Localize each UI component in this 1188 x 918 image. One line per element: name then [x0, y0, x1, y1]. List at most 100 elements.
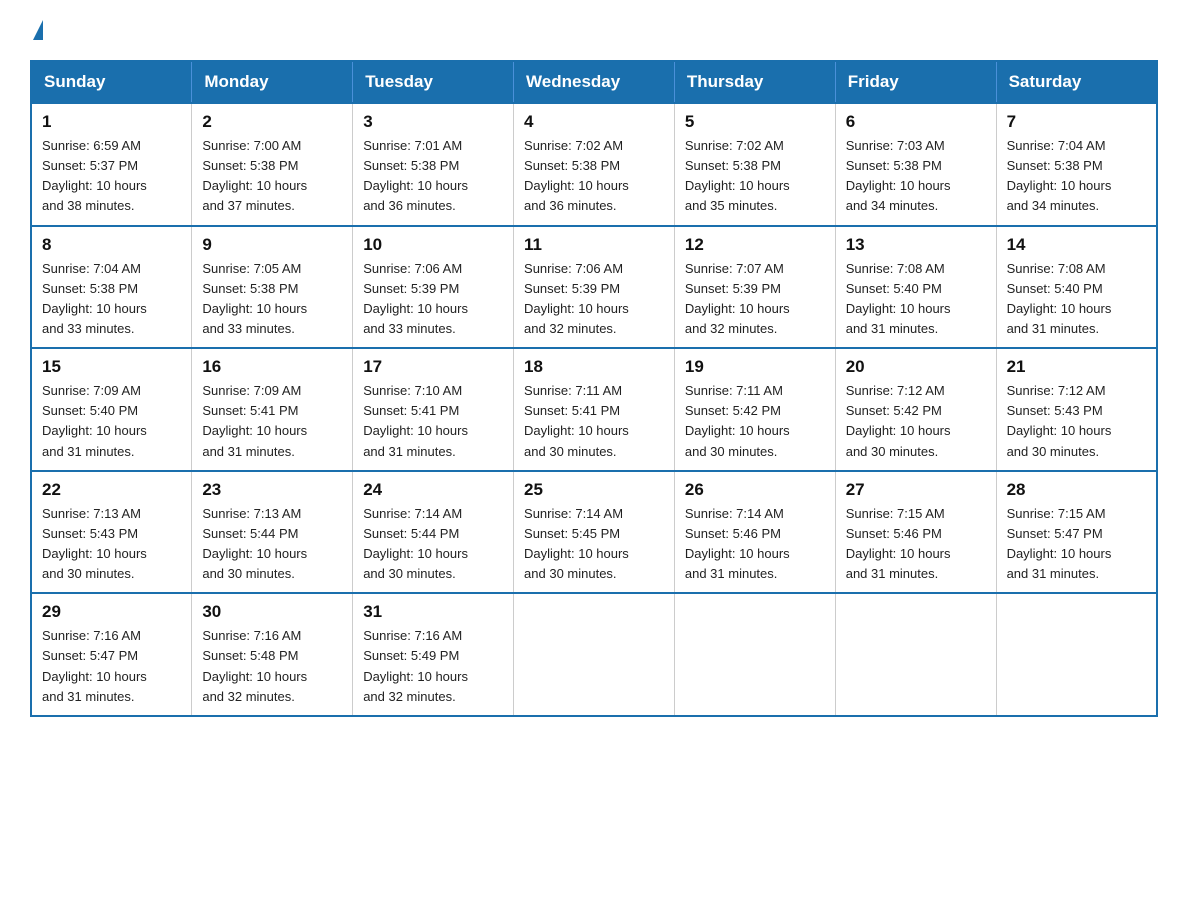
- calendar-cell: 31 Sunrise: 7:16 AM Sunset: 5:49 PM Dayl…: [353, 593, 514, 716]
- calendar-cell: 30 Sunrise: 7:16 AM Sunset: 5:48 PM Dayl…: [192, 593, 353, 716]
- day-number: 16: [202, 357, 342, 377]
- page-header: [30, 20, 1158, 40]
- day-number: 17: [363, 357, 503, 377]
- day-info: Sunrise: 7:16 AM Sunset: 5:48 PM Dayligh…: [202, 626, 342, 707]
- day-info: Sunrise: 7:11 AM Sunset: 5:42 PM Dayligh…: [685, 381, 825, 462]
- day-number: 14: [1007, 235, 1146, 255]
- calendar-cell: 8 Sunrise: 7:04 AM Sunset: 5:38 PM Dayli…: [31, 226, 192, 349]
- day-info: Sunrise: 7:15 AM Sunset: 5:47 PM Dayligh…: [1007, 504, 1146, 585]
- calendar-cell: 15 Sunrise: 7:09 AM Sunset: 5:40 PM Dayl…: [31, 348, 192, 471]
- day-number: 8: [42, 235, 181, 255]
- day-info: Sunrise: 7:09 AM Sunset: 5:40 PM Dayligh…: [42, 381, 181, 462]
- day-info: Sunrise: 7:06 AM Sunset: 5:39 PM Dayligh…: [363, 259, 503, 340]
- day-number: 26: [685, 480, 825, 500]
- calendar-week-1: 1 Sunrise: 6:59 AM Sunset: 5:37 PM Dayli…: [31, 103, 1157, 226]
- day-info: Sunrise: 7:02 AM Sunset: 5:38 PM Dayligh…: [524, 136, 664, 217]
- day-number: 1: [42, 112, 181, 132]
- calendar-cell: 23 Sunrise: 7:13 AM Sunset: 5:44 PM Dayl…: [192, 471, 353, 594]
- calendar-cell: [996, 593, 1157, 716]
- calendar-cell: 19 Sunrise: 7:11 AM Sunset: 5:42 PM Dayl…: [674, 348, 835, 471]
- calendar-table: SundayMondayTuesdayWednesdayThursdayFrid…: [30, 60, 1158, 717]
- calendar-body: 1 Sunrise: 6:59 AM Sunset: 5:37 PM Dayli…: [31, 103, 1157, 716]
- calendar-cell: 11 Sunrise: 7:06 AM Sunset: 5:39 PM Dayl…: [514, 226, 675, 349]
- calendar-week-4: 22 Sunrise: 7:13 AM Sunset: 5:43 PM Dayl…: [31, 471, 1157, 594]
- day-info: Sunrise: 7:06 AM Sunset: 5:39 PM Dayligh…: [524, 259, 664, 340]
- calendar-week-3: 15 Sunrise: 7:09 AM Sunset: 5:40 PM Dayl…: [31, 348, 1157, 471]
- days-of-week-row: SundayMondayTuesdayWednesdayThursdayFrid…: [31, 61, 1157, 103]
- day-info: Sunrise: 7:02 AM Sunset: 5:38 PM Dayligh…: [685, 136, 825, 217]
- day-info: Sunrise: 7:14 AM Sunset: 5:44 PM Dayligh…: [363, 504, 503, 585]
- calendar-cell: 7 Sunrise: 7:04 AM Sunset: 5:38 PM Dayli…: [996, 103, 1157, 226]
- day-info: Sunrise: 7:01 AM Sunset: 5:38 PM Dayligh…: [363, 136, 503, 217]
- day-number: 18: [524, 357, 664, 377]
- logo: [30, 20, 43, 40]
- day-info: Sunrise: 7:12 AM Sunset: 5:43 PM Dayligh…: [1007, 381, 1146, 462]
- day-info: Sunrise: 7:04 AM Sunset: 5:38 PM Dayligh…: [42, 259, 181, 340]
- day-info: Sunrise: 7:10 AM Sunset: 5:41 PM Dayligh…: [363, 381, 503, 462]
- day-number: 4: [524, 112, 664, 132]
- day-info: Sunrise: 7:16 AM Sunset: 5:49 PM Dayligh…: [363, 626, 503, 707]
- calendar-cell: 26 Sunrise: 7:14 AM Sunset: 5:46 PM Dayl…: [674, 471, 835, 594]
- day-info: Sunrise: 7:07 AM Sunset: 5:39 PM Dayligh…: [685, 259, 825, 340]
- day-number: 10: [363, 235, 503, 255]
- day-number: 24: [363, 480, 503, 500]
- day-of-week-saturday: Saturday: [996, 61, 1157, 103]
- calendar-cell: [674, 593, 835, 716]
- calendar-cell: 5 Sunrise: 7:02 AM Sunset: 5:38 PM Dayli…: [674, 103, 835, 226]
- day-info: Sunrise: 7:14 AM Sunset: 5:45 PM Dayligh…: [524, 504, 664, 585]
- day-number: 9: [202, 235, 342, 255]
- day-info: Sunrise: 7:08 AM Sunset: 5:40 PM Dayligh…: [1007, 259, 1146, 340]
- day-number: 6: [846, 112, 986, 132]
- day-info: Sunrise: 7:08 AM Sunset: 5:40 PM Dayligh…: [846, 259, 986, 340]
- day-number: 27: [846, 480, 986, 500]
- day-number: 22: [42, 480, 181, 500]
- day-number: 7: [1007, 112, 1146, 132]
- day-info: Sunrise: 7:13 AM Sunset: 5:43 PM Dayligh…: [42, 504, 181, 585]
- day-info: Sunrise: 6:59 AM Sunset: 5:37 PM Dayligh…: [42, 136, 181, 217]
- day-number: 30: [202, 602, 342, 622]
- day-info: Sunrise: 7:13 AM Sunset: 5:44 PM Dayligh…: [202, 504, 342, 585]
- calendar-week-5: 29 Sunrise: 7:16 AM Sunset: 5:47 PM Dayl…: [31, 593, 1157, 716]
- calendar-cell: [835, 593, 996, 716]
- calendar-cell: 24 Sunrise: 7:14 AM Sunset: 5:44 PM Dayl…: [353, 471, 514, 594]
- calendar-cell: 3 Sunrise: 7:01 AM Sunset: 5:38 PM Dayli…: [353, 103, 514, 226]
- day-info: Sunrise: 7:04 AM Sunset: 5:38 PM Dayligh…: [1007, 136, 1146, 217]
- calendar-cell: 20 Sunrise: 7:12 AM Sunset: 5:42 PM Dayl…: [835, 348, 996, 471]
- calendar-cell: 9 Sunrise: 7:05 AM Sunset: 5:38 PM Dayli…: [192, 226, 353, 349]
- day-info: Sunrise: 7:09 AM Sunset: 5:41 PM Dayligh…: [202, 381, 342, 462]
- day-number: 3: [363, 112, 503, 132]
- day-info: Sunrise: 7:05 AM Sunset: 5:38 PM Dayligh…: [202, 259, 342, 340]
- day-number: 20: [846, 357, 986, 377]
- day-info: Sunrise: 7:03 AM Sunset: 5:38 PM Dayligh…: [846, 136, 986, 217]
- calendar-cell: 13 Sunrise: 7:08 AM Sunset: 5:40 PM Dayl…: [835, 226, 996, 349]
- calendar-cell: 17 Sunrise: 7:10 AM Sunset: 5:41 PM Dayl…: [353, 348, 514, 471]
- day-of-week-monday: Monday: [192, 61, 353, 103]
- day-number: 21: [1007, 357, 1146, 377]
- day-number: 31: [363, 602, 503, 622]
- day-number: 13: [846, 235, 986, 255]
- calendar-cell: 2 Sunrise: 7:00 AM Sunset: 5:38 PM Dayli…: [192, 103, 353, 226]
- day-info: Sunrise: 7:11 AM Sunset: 5:41 PM Dayligh…: [524, 381, 664, 462]
- calendar-cell: 29 Sunrise: 7:16 AM Sunset: 5:47 PM Dayl…: [31, 593, 192, 716]
- calendar-cell: 22 Sunrise: 7:13 AM Sunset: 5:43 PM Dayl…: [31, 471, 192, 594]
- day-number: 11: [524, 235, 664, 255]
- day-of-week-thursday: Thursday: [674, 61, 835, 103]
- logo-triangle-icon: [33, 20, 43, 40]
- day-info: Sunrise: 7:12 AM Sunset: 5:42 PM Dayligh…: [846, 381, 986, 462]
- day-of-week-tuesday: Tuesday: [353, 61, 514, 103]
- day-number: 23: [202, 480, 342, 500]
- calendar-cell: 27 Sunrise: 7:15 AM Sunset: 5:46 PM Dayl…: [835, 471, 996, 594]
- day-info: Sunrise: 7:15 AM Sunset: 5:46 PM Dayligh…: [846, 504, 986, 585]
- day-info: Sunrise: 7:00 AM Sunset: 5:38 PM Dayligh…: [202, 136, 342, 217]
- day-number: 25: [524, 480, 664, 500]
- day-number: 12: [685, 235, 825, 255]
- calendar-cell: 16 Sunrise: 7:09 AM Sunset: 5:41 PM Dayl…: [192, 348, 353, 471]
- calendar-cell: 18 Sunrise: 7:11 AM Sunset: 5:41 PM Dayl…: [514, 348, 675, 471]
- day-of-week-friday: Friday: [835, 61, 996, 103]
- day-number: 2: [202, 112, 342, 132]
- calendar-cell: 10 Sunrise: 7:06 AM Sunset: 5:39 PM Dayl…: [353, 226, 514, 349]
- calendar-header: SundayMondayTuesdayWednesdayThursdayFrid…: [31, 61, 1157, 103]
- calendar-cell: 25 Sunrise: 7:14 AM Sunset: 5:45 PM Dayl…: [514, 471, 675, 594]
- day-number: 19: [685, 357, 825, 377]
- calendar-cell: 14 Sunrise: 7:08 AM Sunset: 5:40 PM Dayl…: [996, 226, 1157, 349]
